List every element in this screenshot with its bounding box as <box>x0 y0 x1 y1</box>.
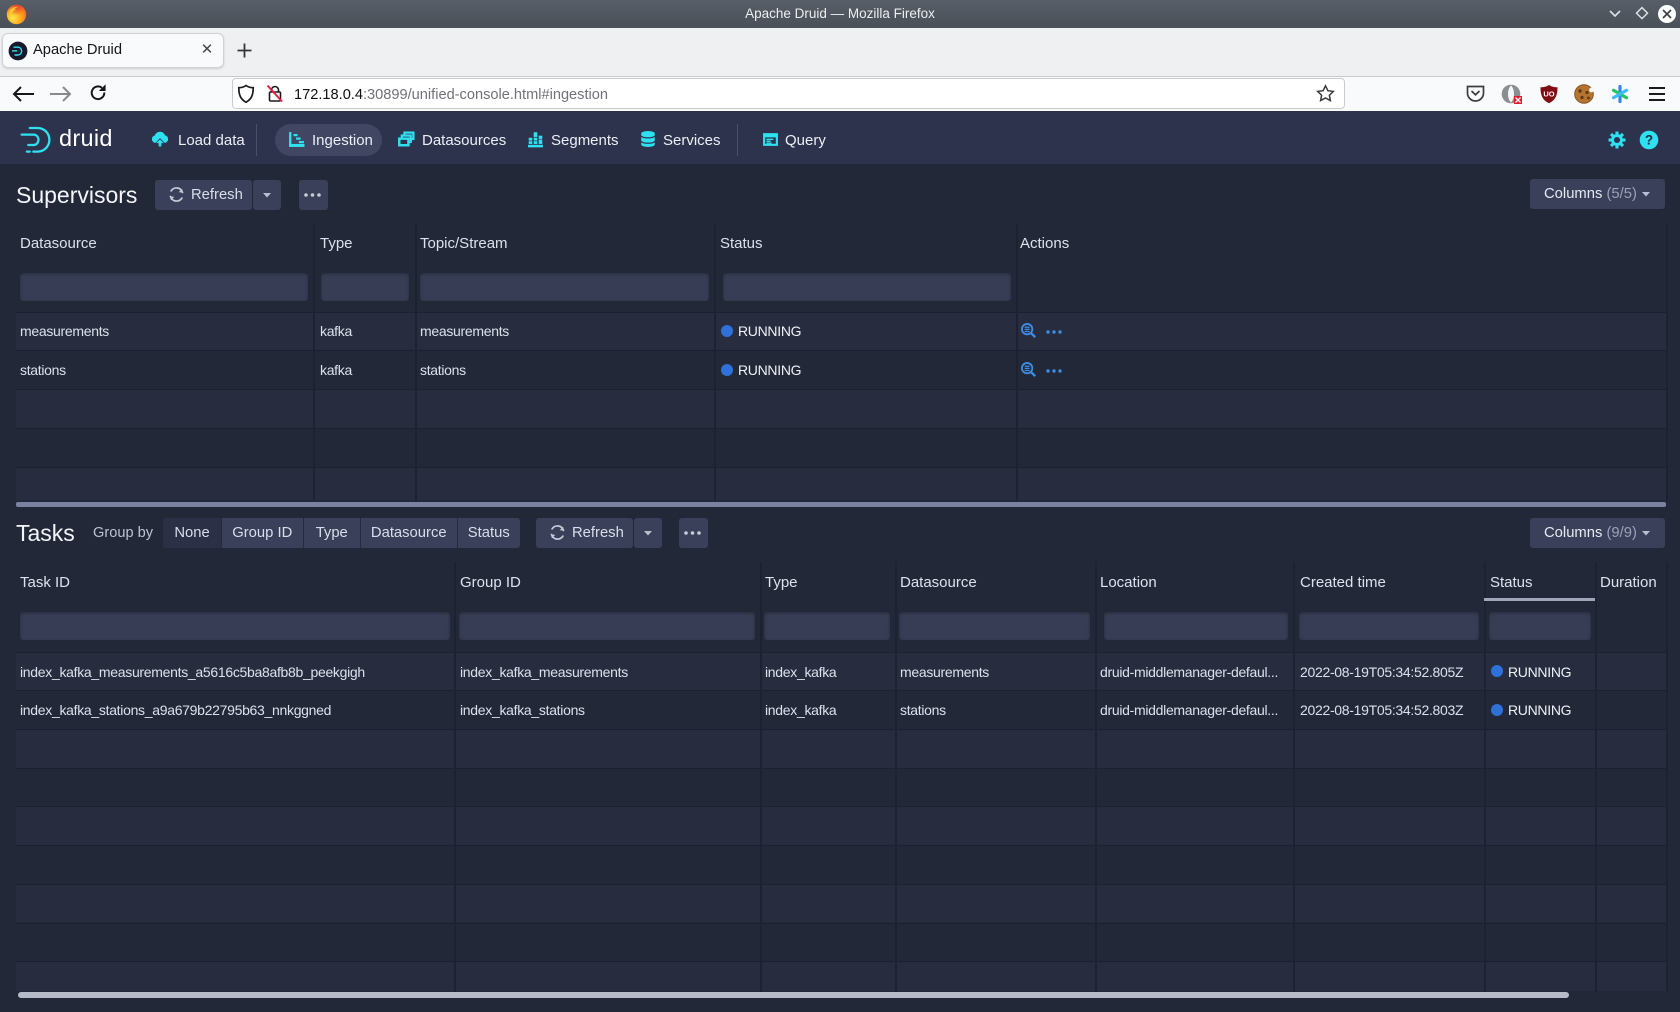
svg-text:UO: UO <box>1543 90 1554 99</box>
svg-text:?: ? <box>1645 132 1653 147</box>
